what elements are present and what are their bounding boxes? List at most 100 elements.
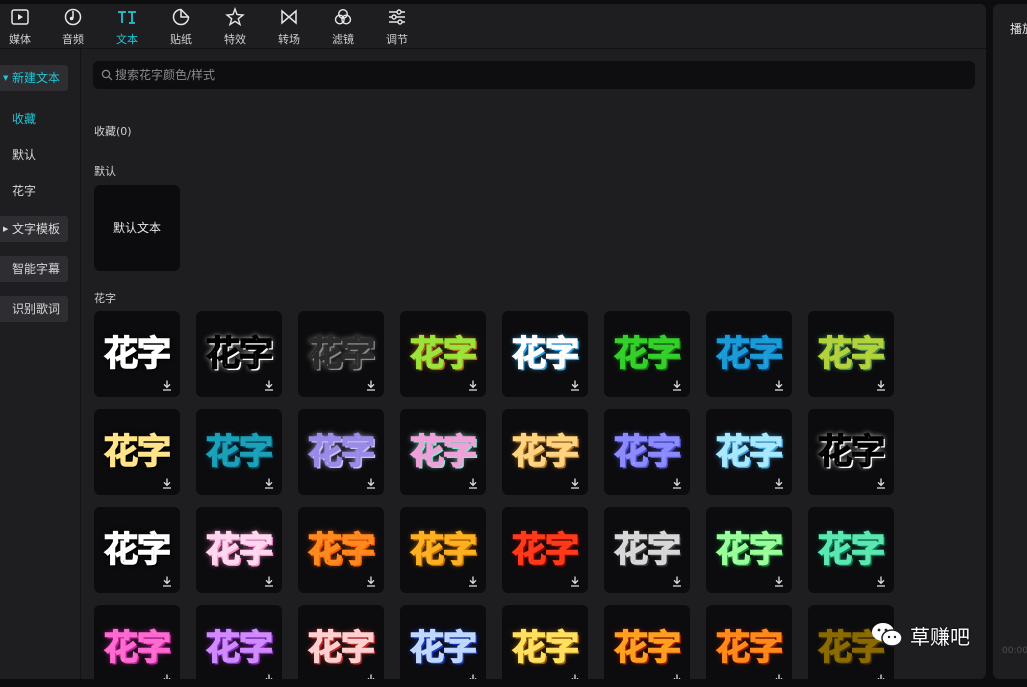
download-icon[interactable] <box>264 478 274 489</box>
watermark: 草赚吧 <box>870 620 970 650</box>
download-icon[interactable] <box>366 674 376 679</box>
fancy-text-preview: 花字 <box>307 333 376 375</box>
download-icon[interactable] <box>468 478 478 489</box>
download-icon[interactable] <box>264 380 274 391</box>
tab-transition-label: 转场 <box>278 33 300 46</box>
download-icon[interactable] <box>774 380 784 391</box>
fancy-text-tile[interactable]: 花字 <box>94 409 180 495</box>
transition-icon <box>281 9 297 25</box>
tab-filter[interactable]: 滤镜 <box>323 7 363 47</box>
download-icon[interactable] <box>264 674 274 679</box>
fancy-text-tile[interactable]: 花字 <box>94 507 180 593</box>
fancy-text-tile[interactable]: 花字 <box>400 409 486 495</box>
download-icon[interactable] <box>468 380 478 391</box>
sidebar-item-fancy[interactable]: 花字 <box>0 178 36 204</box>
download-icon[interactable] <box>366 380 376 391</box>
fancy-text-tile[interactable]: 花字 <box>706 311 792 397</box>
download-icon[interactable] <box>774 674 784 679</box>
sidebar-item-smart-subtitles[interactable]: 智能字幕 <box>0 256 68 282</box>
download-icon[interactable] <box>162 576 172 587</box>
download-icon[interactable] <box>162 380 172 391</box>
download-icon[interactable] <box>672 380 682 391</box>
sidebar-item-favorites[interactable]: 收藏 <box>0 106 36 132</box>
fancy-text-preview: 花字 <box>613 333 682 375</box>
download-icon[interactable] <box>774 576 784 587</box>
download-icon[interactable] <box>876 576 886 587</box>
tab-filter-label: 滤镜 <box>332 33 354 46</box>
download-icon[interactable] <box>876 674 886 679</box>
fancy-text-preview: 花字 <box>817 529 886 571</box>
search-input[interactable]: 搜索花字颜色/样式 <box>93 61 975 89</box>
fancy-text-tile[interactable]: 花字 <box>94 605 180 679</box>
tab-text[interactable]: 文本 <box>107 7 147 47</box>
fancy-text-tile[interactable]: 花字 <box>196 507 282 593</box>
fancy-text-tile[interactable]: 花字 <box>298 605 384 679</box>
tab-sticker[interactable]: 贴纸 <box>161 7 201 47</box>
download-icon[interactable] <box>468 674 478 679</box>
fancy-text-preview: 花字 <box>817 431 886 473</box>
fancy-text-tile[interactable]: 花字 <box>808 311 894 397</box>
section-favorites: 收藏(0) <box>94 125 132 138</box>
download-icon[interactable] <box>468 576 478 587</box>
default-text-tile[interactable]: 默认文本 <box>94 185 180 271</box>
fancy-text-tile[interactable]: 花字 <box>604 409 690 495</box>
fancy-text-preview: 花字 <box>205 529 274 571</box>
media-icon <box>11 9 29 25</box>
sidebar: ▼ 新建文本 收藏 默认 花字 ▶ 文字模板 智能字幕 识别歌词 <box>0 49 81 679</box>
tab-adjust[interactable]: 调节 <box>377 7 417 47</box>
download-icon[interactable] <box>570 674 580 679</box>
fancy-text-preview: 花字 <box>409 529 478 571</box>
download-icon[interactable] <box>672 478 682 489</box>
fancy-text-tile[interactable]: 花字 <box>808 409 894 495</box>
download-icon[interactable] <box>570 380 580 391</box>
fancy-text-tile[interactable]: 花字 <box>196 605 282 679</box>
download-icon[interactable] <box>876 380 886 391</box>
download-icon[interactable] <box>162 674 172 679</box>
download-icon[interactable] <box>672 674 682 679</box>
tab-transition[interactable]: 转场 <box>269 7 309 47</box>
download-icon[interactable] <box>366 478 376 489</box>
fancy-text-preview: 花字 <box>613 431 682 473</box>
tab-adjust-label: 调节 <box>386 33 408 46</box>
fancy-text-tile[interactable]: 花字 <box>502 311 588 397</box>
tab-media[interactable]: 媒体 <box>0 7 40 47</box>
fancy-text-preview: 花字 <box>307 431 376 473</box>
fancy-text-tile[interactable]: 花字 <box>808 507 894 593</box>
fancy-text-tile[interactable]: 花字 <box>604 507 690 593</box>
sidebar-item-default[interactable]: 默认 <box>0 142 36 168</box>
fancy-text-tile[interactable]: 花字 <box>706 409 792 495</box>
fancy-text-tile[interactable]: 花字 <box>400 311 486 397</box>
fancy-text-tile[interactable]: 花字 <box>94 311 180 397</box>
watermark-text: 草赚吧 <box>910 624 970 649</box>
fancy-text-tile[interactable]: 花字 <box>502 507 588 593</box>
download-icon[interactable] <box>774 478 784 489</box>
fancy-text-tile[interactable]: 花字 <box>298 409 384 495</box>
fancy-text-tile[interactable]: 花字 <box>400 605 486 679</box>
fancy-text-tile[interactable]: 花字 <box>604 311 690 397</box>
download-icon[interactable] <box>570 576 580 587</box>
download-icon[interactable] <box>876 478 886 489</box>
fancy-text-tile[interactable]: 花字 <box>196 311 282 397</box>
fancy-text-preview: 花字 <box>409 431 478 473</box>
download-icon[interactable] <box>162 478 172 489</box>
fancy-text-tile[interactable]: 花字 <box>298 507 384 593</box>
download-icon[interactable] <box>366 576 376 587</box>
effects-icon <box>225 7 245 27</box>
download-icon[interactable] <box>570 478 580 489</box>
fancy-text-preview: 花字 <box>511 431 580 473</box>
download-icon[interactable] <box>264 576 274 587</box>
sidebar-item-new-text[interactable]: ▼ 新建文本 <box>0 65 68 91</box>
fancy-text-tile[interactable]: 花字 <box>706 507 792 593</box>
tab-effects[interactable]: 特效 <box>215 7 255 47</box>
sidebar-item-lyrics-recognition[interactable]: 识别歌词 <box>0 296 68 322</box>
fancy-text-tile[interactable]: 花字 <box>400 507 486 593</box>
fancy-text-tile[interactable]: 花字 <box>298 311 384 397</box>
fancy-text-tile[interactable]: 花字 <box>706 605 792 679</box>
sidebar-item-text-template[interactable]: ▶ 文字模板 <box>0 216 68 242</box>
fancy-text-tile[interactable]: 花字 <box>502 409 588 495</box>
download-icon[interactable] <box>672 576 682 587</box>
tab-audio[interactable]: 音频 <box>53 7 93 47</box>
fancy-text-tile[interactable]: 花字 <box>604 605 690 679</box>
fancy-text-tile[interactable]: 花字 <box>196 409 282 495</box>
fancy-text-tile[interactable]: 花字 <box>502 605 588 679</box>
